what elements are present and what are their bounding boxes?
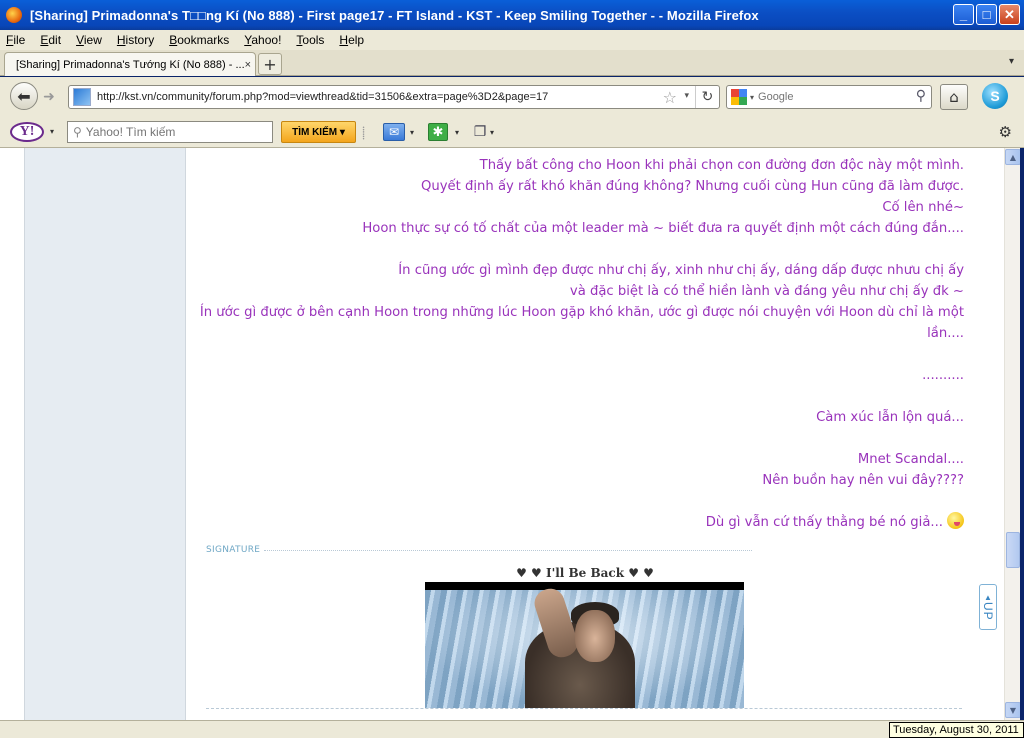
menu-help[interactable]: Help: [339, 33, 364, 47]
url-history-dropdown-icon[interactable]: ▾: [684, 91, 689, 101]
window-right-border: [1020, 148, 1024, 720]
status-bar: [0, 720, 1024, 738]
close-button[interactable]: ✕: [999, 4, 1020, 25]
post-line: Càm xúc lẫn lộn quá...: [816, 410, 964, 425]
date-tooltip: Tuesday, August 30, 2011: [889, 722, 1024, 738]
up-label: UP: [981, 602, 995, 621]
post-line: Cố lên nhé~: [882, 200, 964, 215]
gear-icon[interactable]: ⚙: [999, 123, 1012, 141]
post-line: và đặc biệt là có thể hiền lành và đáng …: [569, 284, 964, 299]
post-line-last: Dù gì vẫn cứ thấy thằng bé nó giả...: [706, 512, 964, 533]
web-search-input[interactable]: [758, 91, 899, 103]
signature-label: SIGNATURE: [206, 545, 261, 555]
tab-close-icon[interactable]: ×: [245, 59, 251, 71]
yahoo-toolbar: Y! ▾ ⚲ TÌM KIẾM ▾ ⸽ ✉ ▾ ✱ ▾ ❐ ▾ ⚙: [0, 116, 1024, 148]
post-line: Quyết định ấy rất khó khăn đúng không? N…: [420, 179, 964, 194]
tongue-smiley-icon: [947, 512, 964, 529]
yahoo-search-icon: ⚲: [73, 125, 82, 139]
post-line: Hoon thực sự có tố chất của một leader m…: [362, 221, 964, 236]
post-author-column: [24, 148, 186, 720]
new-tab-button[interactable]: +: [258, 53, 282, 75]
menu-bookmarks[interactable]: Bookmarks: [169, 33, 229, 47]
signature-person-head: [575, 610, 615, 662]
back-arrow-icon: ⬅: [17, 86, 31, 106]
mail-icon[interactable]: ✉: [383, 123, 405, 141]
post-line: Ín cũng ước gì mình đẹp được như chị ấy,…: [398, 263, 964, 278]
tab-list-chevron-down-icon[interactable]: ▾: [1009, 56, 1014, 67]
post-line: ..........: [922, 368, 964, 383]
maximize-button[interactable]: □: [976, 4, 997, 25]
toolbar-separator-icon: ⸽: [362, 125, 366, 140]
menu-file[interactable]: File: [6, 33, 25, 47]
menu-bar: File Edit View History Bookmarks Yahoo! …: [0, 30, 1024, 50]
minimize-button[interactable]: _: [953, 4, 974, 25]
url-text[interactable]: http://kst.vn/community/forum.php?mod=vi…: [97, 91, 548, 103]
menu-view[interactable]: View: [76, 33, 102, 47]
yahoo-menu-dropdown-icon[interactable]: ▾: [50, 127, 54, 136]
window-title: [Sharing] Primadonna's T□□ng Kí (No 888)…: [30, 7, 759, 23]
menu-tools[interactable]: Tools: [296, 33, 324, 47]
address-bar[interactable]: http://kst.vn/community/forum.php?mod=vi…: [68, 85, 720, 109]
skype-icon[interactable]: S: [982, 83, 1008, 109]
title-bar: [Sharing] Primadonna's T□□ng Kí (No 888)…: [0, 0, 1024, 30]
forward-button[interactable]: ➜: [38, 87, 60, 107]
window-controls: _ □ ✕: [953, 4, 1020, 25]
signature-divider: SIGNATURE: [206, 544, 752, 556]
firefox-icon[interactable]: [6, 7, 22, 23]
menu-history[interactable]: History: [117, 33, 154, 47]
menu-yahoo[interactable]: Yahoo!: [244, 33, 281, 47]
scroll-to-top-button[interactable]: ▲ UP: [979, 584, 997, 630]
widgets-dropdown-icon[interactable]: ▾: [455, 123, 459, 141]
signature-rule: [264, 549, 752, 551]
scroll-down-arrow-icon[interactable]: ▼: [1005, 702, 1021, 718]
post-line: Nên buồn hay nên vui đây????: [762, 473, 964, 488]
signature-image: [425, 582, 744, 708]
page-left-margin: [0, 148, 24, 720]
post-line: Thấy bất công cho Hoon khi phải chọn con…: [479, 158, 964, 173]
bookmark-star-icon[interactable]: ☆: [663, 88, 677, 107]
search-icon[interactable]: ⚲: [916, 88, 926, 104]
yahoo-logo[interactable]: Y!: [10, 122, 44, 142]
home-button[interactable]: ⌂: [940, 84, 968, 110]
site-identity-icon[interactable]: [73, 88, 91, 106]
widgets-icon[interactable]: ✱: [428, 123, 448, 141]
signature-title: ♥ ♥ I'll Be Back ♥ ♥: [516, 566, 654, 580]
mail-dropdown-icon[interactable]: ▾: [410, 123, 414, 141]
menu-edit[interactable]: Edit: [40, 33, 61, 47]
engine-dropdown-icon[interactable]: ▾: [750, 93, 754, 102]
pages-icon[interactable]: ❐: [472, 123, 488, 141]
post-line: Mnet Scandal....: [857, 452, 964, 467]
yahoo-search-box[interactable]: ⚲: [67, 121, 273, 143]
up-arrow-icon: ▲: [984, 593, 992, 603]
tab-bar: [Sharing] Primadonna's Tướng Kí (No 888)…: [0, 50, 1024, 76]
forward-arrow-icon: ➜: [43, 89, 55, 105]
reload-button[interactable]: ↻: [695, 86, 719, 108]
home-icon: ⌂: [949, 88, 959, 106]
post-bottom-divider: [206, 708, 962, 709]
post-line-text: Dù gì vẫn cứ thấy thằng bé nó giả...: [705, 515, 943, 530]
google-engine-icon[interactable]: [731, 89, 747, 105]
scrollbar-thumb[interactable]: [1006, 532, 1020, 568]
pages-dropdown-icon[interactable]: ▾: [490, 123, 494, 141]
yahoo-search-input[interactable]: [85, 125, 256, 139]
web-search-box[interactable]: ▾ ⚲: [726, 85, 932, 109]
page-viewport: Thấy bất công cho Hoon khi phải chọn con…: [0, 148, 1024, 720]
navigation-bar: ⬅ ➜ http://kst.vn/community/forum.php?mo…: [0, 77, 1024, 116]
yahoo-search-button[interactable]: TÌM KIẾM ▾: [281, 121, 356, 143]
vertical-scrollbar[interactable]: ▲ ▼: [1004, 148, 1021, 720]
post-line: Ín ước gì được ở bên cạnh Hoon trong nhữ…: [199, 305, 964, 341]
tab-active[interactable]: [Sharing] Primadonna's Tướng Kí (No 888)…: [4, 52, 256, 76]
tab-label: [Sharing] Primadonna's Tướng Kí (No 888)…: [16, 58, 245, 71]
scroll-up-arrow-icon[interactable]: ▲: [1005, 149, 1021, 165]
back-button[interactable]: ⬅: [10, 82, 38, 110]
